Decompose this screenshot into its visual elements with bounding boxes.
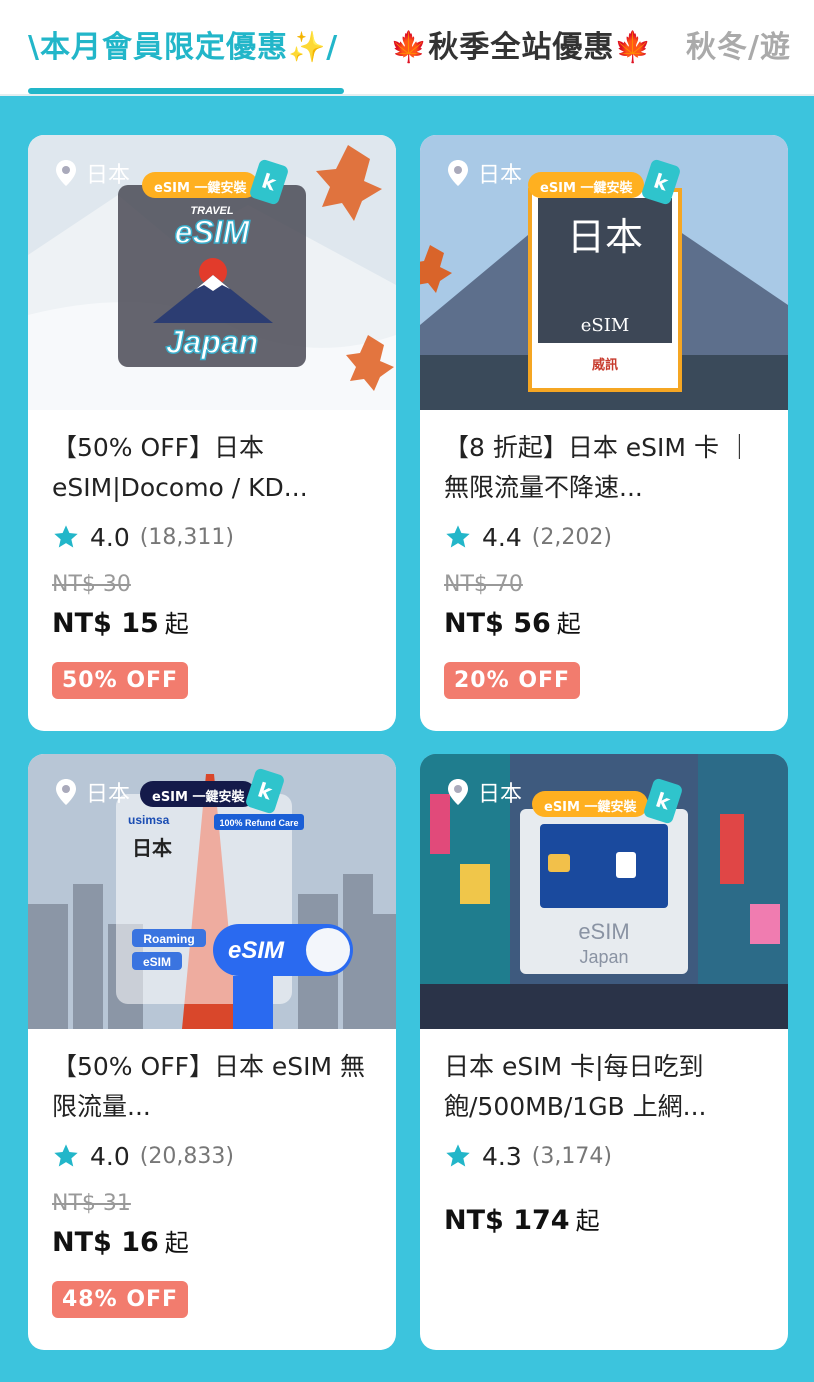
image-text-bottom: Japan: [166, 324, 258, 360]
location-label: 日本: [56, 157, 130, 189]
rating-score: 4.0: [90, 522, 130, 552]
price-value: NT$ 16: [52, 1227, 159, 1258]
product-title[interactable]: 【8 折起】日本 eSIM 卡 ｜無限流量不降速...: [444, 428, 764, 508]
star-icon: [52, 523, 80, 551]
tab-autumn-winter[interactable]: 秋冬/遊: [686, 22, 791, 66]
price-suffix: 起: [164, 610, 189, 638]
rating-row: 4.4 (2,202): [444, 520, 764, 554]
location-text: 日本: [478, 782, 523, 807]
review-count: (18,311): [139, 524, 234, 550]
image-text-sub: Japan: [579, 947, 628, 967]
sale-price: NT$ 15 起: [52, 604, 372, 644]
esim-install-badge: eSIM 一鍵安裝: [532, 791, 649, 817]
price-value: NT$ 174: [444, 1205, 570, 1236]
price-suffix: 起: [556, 610, 581, 638]
image-text-main: eSIM: [578, 919, 629, 944]
sale-price: NT$ 16 起: [52, 1223, 372, 1263]
product-title[interactable]: 日本 eSIM 卡|每日吃到飽/500MB/1GB 上網...: [444, 1047, 764, 1127]
original-price: NT$ 30: [52, 572, 131, 597]
location-pin-icon: [448, 160, 468, 186]
rating-row: 4.0 (18,311): [52, 520, 372, 554]
location-label: 日本: [448, 776, 522, 808]
original-price: NT$ 70: [444, 572, 523, 597]
rating-row: 4.3 (3,174): [444, 1139, 764, 1173]
rating-row: 4.0 (20,833): [52, 1139, 372, 1173]
image-text-main: 日本: [132, 836, 172, 860]
image-text-main: 日本: [567, 215, 643, 259]
location-pin-icon: [56, 779, 76, 805]
esim-install-badge: eSIM 一鍵安裝: [528, 172, 645, 198]
esim-install-badge: eSIM 一鍵安裝: [142, 172, 259, 198]
product-card[interactable]: TRAVEL eSIM Japan eSIM 一鍵安裝 k 日本 【50% OF…: [28, 135, 396, 731]
product-card[interactable]: eSIM Japan eSIM 一鍵安裝 k 日本 日本 eSIM 卡|每日吃到…: [420, 754, 788, 1350]
review-count: (3,174): [531, 1143, 612, 1169]
image-text-big: eSIM: [228, 937, 285, 964]
category-tab-bar: \本月會員限定優惠✨/ 🍁秋季全站優惠🍁 秋冬/遊: [0, 0, 814, 96]
original-price: NT$ 31: [52, 1191, 131, 1216]
product-title[interactable]: 【50% OFF】日本 eSIM 無限流量...: [52, 1047, 372, 1127]
image-text-main: eSIM: [175, 214, 251, 250]
image-text-esim: eSIM: [143, 955, 171, 969]
image-text-brand: 威訊: [592, 357, 618, 372]
product-image: TRAVEL eSIM Japan eSIM 一鍵安裝 k 日本: [28, 135, 396, 410]
product-image: usimsa 100% Refund Care 日本 Roaming eSIM …: [28, 754, 396, 1029]
price-value: NT$ 56: [444, 608, 551, 639]
discount-badge: 48% OFF: [52, 1281, 189, 1318]
image-text-sub: eSIM: [581, 315, 630, 336]
image-text-brand: usimsa: [128, 813, 170, 827]
price-suffix: 起: [164, 1229, 189, 1257]
esim-install-badge: eSIM 一鍵安裝: [140, 781, 257, 807]
star-icon: [444, 1142, 472, 1170]
location-text: 日本: [86, 163, 131, 188]
product-grid: TRAVEL eSIM Japan eSIM 一鍵安裝 k 日本 【50% OF…: [0, 96, 814, 1382]
product-image: 日本 eSIM 威訊 eSIM 一鍵安裝 k 日本: [420, 135, 788, 410]
review-count: (20,833): [139, 1143, 234, 1169]
rating-score: 4.4: [482, 522, 522, 552]
tab-autumn-sale[interactable]: 🍁秋季全站優惠🍁: [390, 22, 653, 66]
location-text: 日本: [478, 163, 523, 188]
product-title[interactable]: 【50% OFF】日本 eSIM|Docomo / KD...: [52, 428, 372, 508]
active-tab-indicator: [28, 88, 344, 94]
price-value: NT$ 15: [52, 608, 159, 639]
location-label: 日本: [56, 776, 130, 808]
rating-score: 4.0: [90, 1141, 130, 1171]
rating-score: 4.3: [482, 1141, 522, 1171]
star-icon: [52, 1142, 80, 1170]
sale-price: NT$ 56 起: [444, 604, 764, 644]
location-pin-icon: [448, 779, 468, 805]
discount-badge: 50% OFF: [52, 662, 189, 699]
review-count: (2,202): [531, 524, 612, 550]
sale-price: NT$ 174 起: [444, 1201, 764, 1241]
product-card[interactable]: 日本 eSIM 威訊 eSIM 一鍵安裝 k 日本 【8 折起】日本 eSIM …: [420, 135, 788, 731]
image-text-roaming: Roaming: [143, 932, 194, 946]
location-label: 日本: [448, 157, 522, 189]
discount-badge: 20% OFF: [444, 662, 581, 699]
price-suffix: 起: [575, 1207, 600, 1235]
location-pin-icon: [56, 160, 76, 186]
product-card[interactable]: usimsa 100% Refund Care 日本 Roaming eSIM …: [28, 754, 396, 1350]
star-icon: [444, 523, 472, 551]
product-image: eSIM Japan eSIM 一鍵安裝 k 日本: [420, 754, 788, 1029]
image-text-care: 100% Refund Care: [219, 818, 298, 828]
location-text: 日本: [86, 782, 131, 807]
tab-member-deals[interactable]: \本月會員限定優惠✨/: [28, 22, 338, 66]
